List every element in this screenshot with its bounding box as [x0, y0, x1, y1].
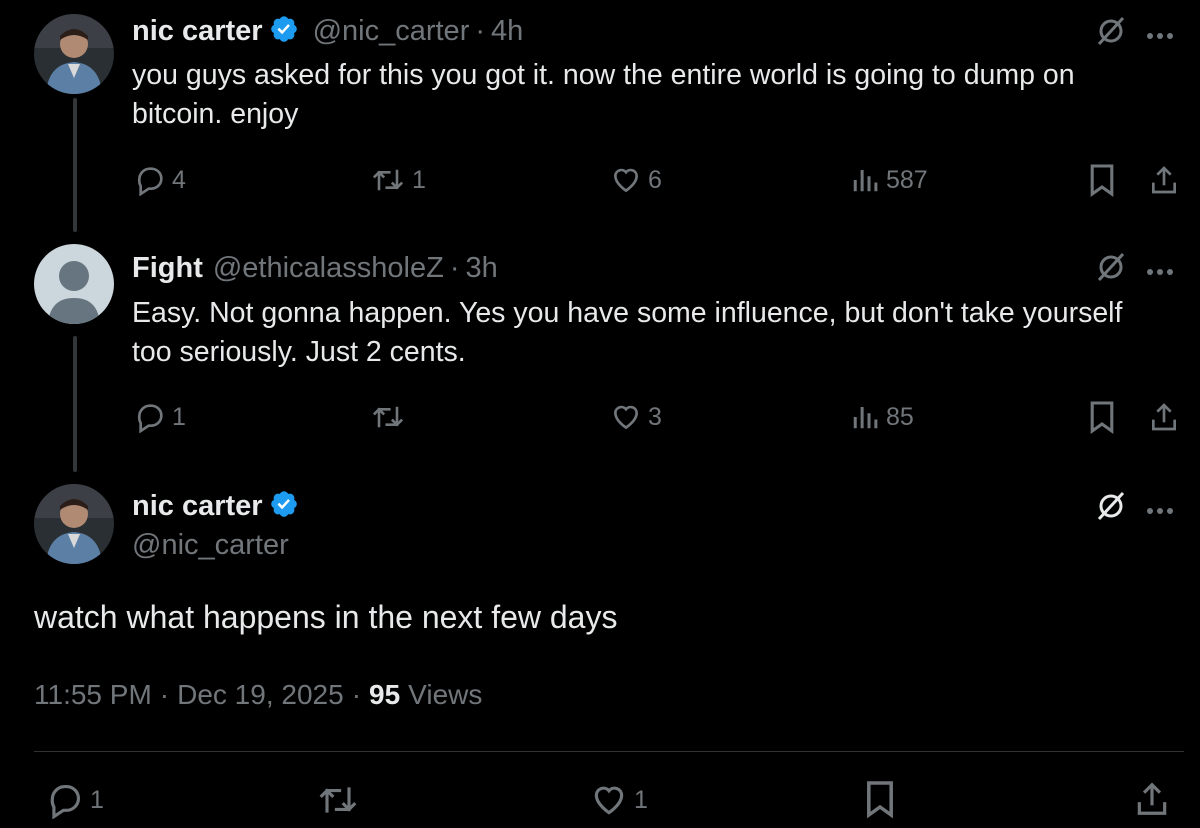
bookmark-button[interactable] — [864, 779, 896, 819]
bookmark-button[interactable] — [1088, 400, 1116, 434]
timestamp[interactable]: 4h — [491, 15, 523, 48]
divider — [34, 751, 1184, 752]
bookmark-icon — [1090, 401, 1114, 434]
reply-button[interactable]: 4 — [134, 164, 186, 196]
more-icon[interactable] — [1146, 27, 1174, 45]
avatar[interactable] — [34, 484, 114, 564]
views-icon — [853, 170, 878, 192]
bookmark-icon — [867, 781, 893, 819]
post-time[interactable]: 11:55 PM — [34, 679, 152, 711]
grok-icon[interactable] — [1094, 489, 1128, 528]
author-name[interactable]: nic carter — [132, 490, 263, 523]
reply-count: 1 — [90, 785, 104, 814]
like-icon — [613, 168, 639, 193]
grok-icon[interactable] — [1094, 250, 1128, 289]
author-handle[interactable]: @nic_carter — [313, 15, 470, 48]
verified-badge-icon — [269, 14, 299, 49]
main-tweet-text: watch what happens in the next few days — [34, 599, 618, 635]
repost-count: 1 — [412, 165, 426, 194]
tweet-text-line: you guys asked for this you got it. now … — [132, 59, 1075, 91]
tweet-header: Fight @ethicalassholeZ · 3h — [132, 251, 498, 285]
views-count: 95 — [369, 679, 401, 710]
separator: · — [159, 679, 170, 710]
views-button[interactable]: 85 — [850, 401, 914, 433]
reply-icon — [50, 784, 80, 819]
avatar[interactable] — [34, 244, 114, 324]
verified-badge-icon — [269, 489, 299, 524]
like-button[interactable]: 6 — [610, 164, 662, 196]
thread-line-2 — [73, 336, 77, 472]
tweet-text: you guys asked for this you got it. now … — [132, 56, 1182, 134]
share-icon — [1152, 403, 1176, 431]
like-count: 3 — [648, 402, 662, 431]
thread-line-1 — [73, 98, 77, 232]
reply-icon — [137, 167, 163, 196]
share-button[interactable] — [1148, 163, 1180, 197]
post-date[interactable]: Dec 19, 2025 — [177, 679, 344, 711]
views-button[interactable]: 587 — [850, 164, 928, 196]
like-button[interactable]: 1 — [590, 781, 648, 819]
views-count: 587 — [886, 165, 928, 194]
author-name[interactable]: Fight — [132, 252, 203, 285]
bookmark-icon — [1090, 164, 1114, 197]
reply-count: 4 — [172, 165, 186, 194]
repost-button[interactable] — [370, 401, 412, 433]
share-icon — [1152, 166, 1176, 194]
separator: · — [449, 251, 460, 284]
views-icon — [853, 407, 878, 429]
grok-icon[interactable] — [1094, 14, 1128, 53]
share-button[interactable] — [1133, 779, 1171, 819]
tweet-text-line: bitcoin. enjoy — [132, 98, 299, 130]
views-count: 85 — [886, 402, 914, 431]
reply-button[interactable]: 1 — [46, 781, 104, 819]
like-button[interactable]: 3 — [610, 401, 662, 433]
like-count: 1 — [634, 785, 648, 814]
author-name[interactable]: nic carter — [132, 15, 263, 48]
like-icon — [613, 405, 639, 430]
author-handle[interactable]: @nic_carter — [132, 529, 289, 562]
views-label: Views — [408, 679, 483, 710]
repost-icon — [372, 406, 404, 428]
like-icon — [594, 786, 624, 815]
author-handle[interactable]: @ethicalassholeZ — [213, 252, 444, 285]
tweet-header: nic carter @nic_carter · 4h — [132, 14, 523, 48]
separator: · — [475, 14, 486, 47]
repost-button[interactable] — [316, 781, 366, 819]
share-button[interactable] — [1148, 400, 1180, 434]
reply-button[interactable]: 1 — [134, 401, 186, 433]
tweet-text-line: too seriously. Just 2 cents. — [132, 336, 466, 368]
repost-icon — [372, 169, 404, 191]
avatar[interactable] — [34, 14, 114, 94]
separator: · — [351, 679, 362, 710]
tweet-text: Easy. Not gonna happen. Yes you have som… — [132, 294, 1192, 372]
reply-icon — [137, 404, 163, 433]
main-author-row: nic carter — [132, 489, 299, 523]
share-icon — [1137, 782, 1167, 815]
more-icon[interactable] — [1146, 263, 1174, 281]
reply-count: 1 — [172, 402, 186, 431]
bookmark-button[interactable] — [1088, 163, 1116, 197]
repost-icon — [319, 787, 357, 813]
tweet-meta: 11:55 PM · Dec 19, 2025 · 95 Views — [34, 679, 482, 711]
like-count: 6 — [648, 165, 662, 194]
more-icon[interactable] — [1146, 502, 1174, 520]
tweet-text-line: Easy. Not gonna happen. Yes you have som… — [132, 297, 1123, 329]
timestamp[interactable]: 3h — [465, 252, 497, 285]
repost-button[interactable]: 1 — [370, 164, 426, 196]
